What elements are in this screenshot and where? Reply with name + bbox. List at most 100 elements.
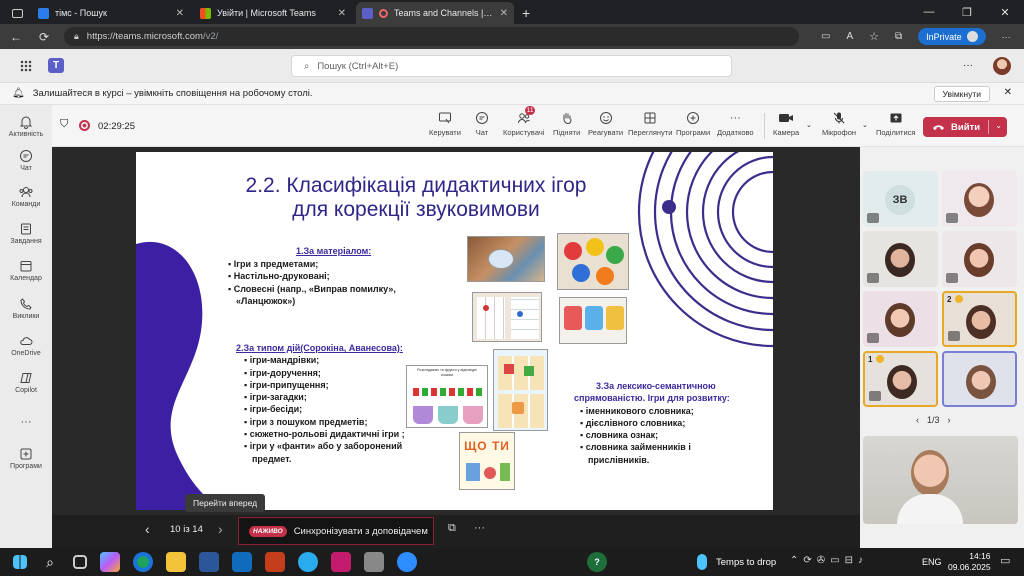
participant-tile[interactable]: ЗВ: [863, 171, 938, 227]
app-available-icon[interactable]: ▭: [821, 31, 830, 42]
more-options-button[interactable]: ··· Додатково: [717, 111, 754, 137]
slide-grid-icon[interactable]: ⧉: [448, 522, 456, 535]
zoom-icon[interactable]: [397, 552, 417, 572]
close-window-icon[interactable]: ✕: [986, 0, 1024, 24]
language-indicator[interactable]: ENG: [922, 557, 942, 567]
participant-video: [887, 365, 917, 399]
weather-icon: [697, 554, 707, 570]
windows-start-icon[interactable]: [13, 555, 27, 569]
rail-item-activity[interactable]: Активність: [0, 115, 52, 138]
view-button[interactable]: Переглянути: [628, 111, 672, 137]
minimize-icon[interactable]: —: [910, 0, 948, 24]
camera-options-chevron-icon[interactable]: ⌄: [806, 121, 812, 129]
new-tab-icon[interactable]: +: [522, 5, 530, 21]
raise-hand-button[interactable]: Підняти: [553, 111, 580, 137]
rail-item-calendar[interactable]: Календар: [0, 259, 52, 282]
react-button[interactable]: Реагувати: [588, 111, 623, 137]
leave-button[interactable]: Вийти ⌄: [923, 117, 1007, 137]
next-page-icon[interactable]: ›: [948, 415, 951, 425]
section-material: 1.За матеріалом: ▪ Ігри з предметами; ▪ …: [228, 246, 396, 306]
inprivate-badge[interactable]: InPrivate: [918, 28, 986, 45]
window-controls: — ❐ ✕: [910, 0, 1024, 24]
user-avatar[interactable]: [993, 57, 1011, 75]
close-tab-icon[interactable]: ✕: [500, 8, 508, 19]
close-icon[interactable]: ✕: [1004, 87, 1012, 98]
file-explorer-icon[interactable]: [166, 552, 186, 572]
rail-item-teams[interactable]: Команди: [0, 185, 52, 208]
participant-tile[interactable]: [863, 291, 938, 347]
weather-text[interactable]: Temps to drop: [716, 557, 776, 568]
telegram-icon[interactable]: [298, 552, 318, 572]
tab-actions-icon[interactable]: [6, 2, 28, 24]
chat-button[interactable]: Чат: [475, 111, 489, 137]
browser-actions: ▭ A ☆ ⧉ InPrivate ···: [821, 28, 1011, 45]
rail-item-calls[interactable]: Виклики: [0, 297, 52, 320]
search-input[interactable]: ⌕ Пошук (Ctrl+Alt+E): [291, 55, 732, 77]
slide-more-icon[interactable]: ···: [474, 522, 485, 534]
camera-button[interactable]: Камера: [773, 111, 799, 137]
edge-icon[interactable]: [133, 552, 153, 572]
favorite-star-icon[interactable]: ☆: [869, 30, 879, 43]
copilot-icon[interactable]: [100, 552, 120, 572]
more-menu-icon[interactable]: ···: [1002, 32, 1011, 42]
shield-icon[interactable]: ⛉: [60, 118, 68, 131]
app-launcher-icon[interactable]: [20, 60, 32, 72]
extensions-icon[interactable]: ⧉: [895, 31, 902, 42]
participant-tile[interactable]: [863, 231, 938, 287]
participant-tile[interactable]: [942, 351, 1017, 407]
raised-hand-icon: [955, 295, 963, 303]
outlook-icon[interactable]: [232, 552, 252, 572]
teams-logo-icon: T: [48, 58, 64, 73]
rail-item-chat[interactable]: Чат: [0, 149, 52, 172]
previous-slide-icon[interactable]: ‹: [145, 521, 150, 537]
task-view-icon[interactable]: [73, 555, 87, 569]
maximize-icon[interactable]: ❐: [948, 0, 986, 24]
participant-tile-hand-raised[interactable]: 1: [863, 351, 938, 407]
settings-more-icon[interactable]: ···: [963, 60, 973, 71]
word-icon[interactable]: [199, 552, 219, 572]
leave-options-chevron-icon[interactable]: ⌄: [995, 121, 1002, 130]
close-tab-icon[interactable]: ✕: [338, 8, 346, 19]
back-arrow-icon[interactable]: ←: [8, 30, 24, 44]
self-view-video[interactable]: [863, 436, 1018, 524]
mic-muted-icon: [948, 331, 960, 341]
sync-with-presenter-button[interactable]: НАЖИВО Синхронізувати з доповідачем: [238, 517, 434, 545]
browser-tab-active[interactable]: Teams and Channels | Захис ✕: [356, 2, 514, 24]
rail-item-onedrive[interactable]: OneDrive: [0, 334, 52, 357]
powerpoint-icon[interactable]: [265, 552, 285, 572]
rail-item-assignments[interactable]: Завдання: [0, 222, 52, 245]
hand-icon: [560, 111, 574, 125]
mic-options-chevron-icon[interactable]: ⌄: [862, 121, 868, 129]
participant-tile[interactable]: [942, 231, 1017, 287]
next-slide-icon[interactable]: ›: [218, 521, 223, 537]
url-field[interactable]: 🔒︎ https://teams.microsoft.com/v2/: [64, 27, 799, 46]
enable-notifications-button[interactable]: Увімкнути: [933, 86, 990, 102]
emoji-icon: [599, 111, 613, 125]
people-button[interactable]: 11 Користувачі: [503, 106, 544, 137]
clock[interactable]: 14:16 09.06.2025: [948, 551, 991, 573]
app-icon[interactable]: [331, 552, 351, 572]
help-icon[interactable]: ?: [587, 552, 607, 572]
tray-icons[interactable]: ⌃⟳✇▭⊟♪: [790, 555, 868, 566]
microphone-button[interactable]: Мікрофон: [822, 111, 856, 137]
participant-tile-hand-raised[interactable]: 2: [942, 291, 1017, 347]
share-button[interactable]: Поділитися: [876, 111, 915, 137]
apps-button[interactable]: Програми: [676, 111, 710, 137]
rail-item-copilot[interactable]: Copilot: [0, 371, 52, 394]
rail-item-apps[interactable]: Програми: [0, 447, 52, 470]
read-aloud-icon[interactable]: A: [846, 31, 853, 42]
app-icon[interactable]: [364, 552, 384, 572]
browser-tab[interactable]: Увійти | Microsoft Teams ✕: [194, 2, 352, 24]
refresh-icon[interactable]: ⟳: [36, 30, 52, 44]
participant-tile[interactable]: [942, 171, 1017, 227]
address-bar: ← ⟳ 🔒︎ https://teams.microsoft.com/v2/ ▭…: [0, 24, 1024, 49]
search-icon[interactable]: ⌕: [40, 552, 60, 572]
close-tab-icon[interactable]: ✕: [176, 8, 184, 19]
previous-page-icon[interactable]: ‹: [916, 415, 919, 425]
manage-button[interactable]: Керувати: [429, 111, 461, 137]
mic-off-icon: [832, 111, 846, 125]
people-icon: 11: [517, 106, 536, 125]
notifications-icon[interactable]: ▭: [1000, 554, 1010, 567]
rail-more-icon[interactable]: ···: [0, 416, 52, 428]
browser-tab[interactable]: тімс - Пошук ✕: [32, 2, 190, 24]
